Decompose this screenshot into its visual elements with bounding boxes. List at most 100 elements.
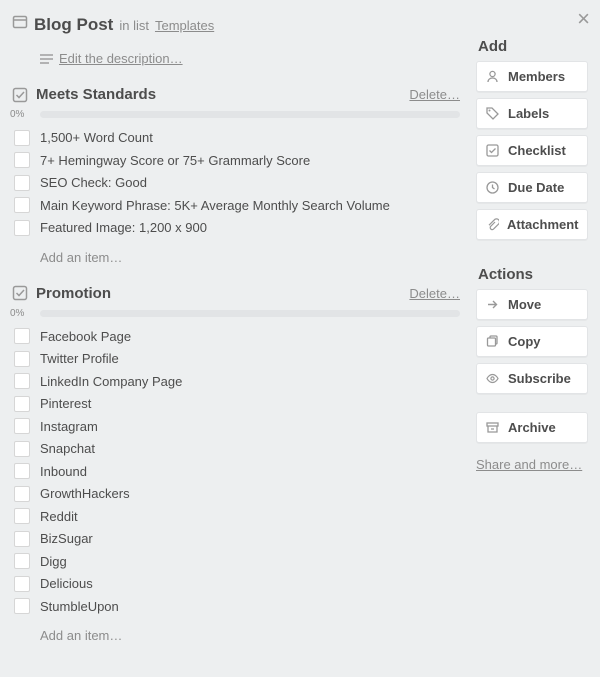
- subscribe-label: Subscribe: [508, 371, 571, 386]
- list-item[interactable]: Snapchat: [14, 439, 460, 459]
- list-item[interactable]: Digg: [14, 552, 460, 572]
- checklist-title[interactable]: Promotion: [36, 285, 401, 302]
- archive-icon: [486, 421, 500, 434]
- list-item[interactable]: Main Keyword Phrase: 5K+ Average Monthly…: [14, 196, 460, 216]
- list-item[interactable]: Delicious: [14, 574, 460, 594]
- progress-bar: [40, 111, 460, 118]
- delete-checklist-button[interactable]: Delete…: [409, 286, 460, 301]
- checkbox[interactable]: [14, 508, 30, 524]
- checklist-item-text: Digg: [40, 552, 67, 572]
- checklist-item-text: Inbound: [40, 462, 87, 482]
- list-item[interactable]: Reddit: [14, 507, 460, 527]
- checkbox[interactable]: [14, 130, 30, 146]
- checklist-button[interactable]: Checklist: [476, 135, 588, 166]
- list-item[interactable]: BizSugar: [14, 529, 460, 549]
- copy-icon: [486, 335, 500, 348]
- checklist-title[interactable]: Meets Standards: [36, 86, 401, 103]
- add-item-button[interactable]: Add an item…: [40, 250, 460, 265]
- checklist-item-text: Featured Image: 1,200 x 900: [40, 218, 207, 238]
- list-item[interactable]: Twitter Profile: [14, 349, 460, 369]
- copy-button[interactable]: Copy: [476, 326, 588, 357]
- checkbox[interactable]: [14, 441, 30, 457]
- add-item-button[interactable]: Add an item…: [40, 628, 460, 643]
- attachment-button[interactable]: Attachment: [476, 209, 588, 240]
- checklist-item-text: 1,500+ Word Count: [40, 128, 153, 148]
- list-item[interactable]: Facebook Page: [14, 327, 460, 347]
- move-label: Move: [508, 297, 541, 312]
- checkbox[interactable]: [14, 598, 30, 614]
- progress-percent: 0%: [10, 109, 34, 120]
- checklist-item-text: Delicious: [40, 574, 93, 594]
- card-title[interactable]: Blog Post: [34, 15, 113, 35]
- checkbox[interactable]: [14, 328, 30, 344]
- checklist-item-text: 7+ Hemingway Score or 75+ Grammarly Scor…: [40, 151, 310, 171]
- checklist-item-text: SEO Check: Good: [40, 173, 147, 193]
- checkbox[interactable]: [14, 351, 30, 367]
- checkbox[interactable]: [14, 576, 30, 592]
- description-icon: [40, 54, 53, 64]
- progress-bar: [40, 310, 460, 317]
- clock-icon: [486, 181, 500, 194]
- list-item[interactable]: Featured Image: 1,200 x 900: [14, 218, 460, 238]
- checkbox[interactable]: [14, 463, 30, 479]
- checkbox[interactable]: [14, 486, 30, 502]
- list-item[interactable]: Instagram: [14, 417, 460, 437]
- share-link[interactable]: Share and more…: [476, 457, 588, 472]
- attachment-icon: [486, 218, 499, 231]
- progress-percent: 0%: [10, 308, 34, 319]
- archive-label: Archive: [508, 420, 556, 435]
- copy-label: Copy: [508, 334, 541, 349]
- labels-button[interactable]: Labels: [476, 98, 588, 129]
- list-item[interactable]: 1,500+ Word Count: [14, 128, 460, 148]
- list-item[interactable]: LinkedIn Company Page: [14, 372, 460, 392]
- labels-icon: [486, 107, 500, 120]
- delete-checklist-button[interactable]: Delete…: [409, 87, 460, 102]
- checkbox[interactable]: [14, 396, 30, 412]
- checkbox[interactable]: [14, 152, 30, 168]
- archive-button[interactable]: Archive: [476, 412, 588, 443]
- arrow-right-icon: [486, 298, 500, 311]
- due-date-button[interactable]: Due Date: [476, 172, 588, 203]
- checklist-item-text: Facebook Page: [40, 327, 131, 347]
- card-icon: [12, 14, 28, 30]
- list-item[interactable]: StumbleUpon: [14, 597, 460, 617]
- members-label: Members: [508, 69, 565, 84]
- due-date-label: Due Date: [508, 180, 564, 195]
- checklist-item-text: Pinterest: [40, 394, 91, 414]
- subscribe-button[interactable]: Subscribe: [476, 363, 588, 394]
- checklist-item-text: Reddit: [40, 507, 78, 527]
- checklist-item-text: Instagram: [40, 417, 98, 437]
- members-button[interactable]: Members: [476, 61, 588, 92]
- list-item[interactable]: 7+ Hemingway Score or 75+ Grammarly Scor…: [14, 151, 460, 171]
- checklist-item-text: Main Keyword Phrase: 5K+ Average Monthly…: [40, 196, 390, 216]
- checkbox[interactable]: [14, 553, 30, 569]
- checklist-item-text: StumbleUpon: [40, 597, 119, 617]
- list-item[interactable]: Inbound: [14, 462, 460, 482]
- checklist-item-text: Snapchat: [40, 439, 95, 459]
- move-button[interactable]: Move: [476, 289, 588, 320]
- checklist-icon: [12, 285, 28, 301]
- checkbox[interactable]: [14, 418, 30, 434]
- actions-section-heading: Actions: [478, 266, 588, 283]
- eye-icon: [486, 372, 500, 385]
- checkbox[interactable]: [14, 220, 30, 236]
- list-link[interactable]: Templates: [155, 18, 214, 33]
- checkbox[interactable]: [14, 531, 30, 547]
- checklist-item-text: GrowthHackers: [40, 484, 130, 504]
- checkbox[interactable]: [14, 175, 30, 191]
- list-item[interactable]: SEO Check: Good: [14, 173, 460, 193]
- attachment-label: Attachment: [507, 217, 579, 232]
- edit-description-label: Edit the description…: [59, 51, 183, 66]
- close-icon[interactable]: ×: [577, 8, 590, 30]
- checklist-icon: [12, 87, 28, 103]
- checklist-item-text: LinkedIn Company Page: [40, 372, 182, 392]
- labels-label: Labels: [508, 106, 549, 121]
- list-item[interactable]: Pinterest: [14, 394, 460, 414]
- checkbox[interactable]: [14, 373, 30, 389]
- checklist-icon: [486, 144, 500, 157]
- checkbox[interactable]: [14, 197, 30, 213]
- list-item[interactable]: GrowthHackers: [14, 484, 460, 504]
- members-icon: [486, 70, 500, 83]
- checklist-item-text: BizSugar: [40, 529, 93, 549]
- edit-description-button[interactable]: Edit the description…: [40, 51, 460, 66]
